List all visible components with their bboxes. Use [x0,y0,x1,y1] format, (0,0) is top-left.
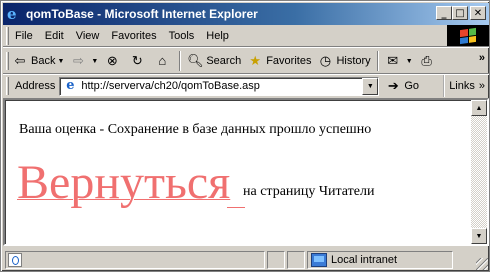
toolbar-separator [179,51,182,71]
status-security [287,251,305,269]
menu-view[interactable]: View [70,27,106,45]
address-url[interactable]: http://serverva/ch20/qomToBase.asp [81,80,260,92]
menu-bar: File Edit View Favorites Tools Help [3,25,489,47]
vertical-scrollbar[interactable]: ▲ ▼ [471,100,487,244]
menu-favorites[interactable]: Favorites [105,27,162,45]
refresh-icon: ↻ [131,53,143,68]
history-clock-icon: ◷ [319,53,332,68]
menu-tools[interactable]: Tools [163,27,201,45]
search-button[interactable]: 🔍︎ Search [184,50,244,72]
status-progress [267,251,285,269]
menu-help[interactable]: Help [200,27,235,45]
stop-icon: ⊗ [106,53,118,68]
status-main [5,251,265,269]
address-dropdown[interactable]: ▼ [362,77,379,95]
history-label: History [336,55,371,67]
minimize-button[interactable]: _ [436,6,452,20]
scroll-up-button[interactable]: ▲ [471,100,487,116]
windows-flag-icon [460,27,476,45]
menu-file[interactable]: File [9,27,39,45]
search-icon: 🔍︎ [187,53,204,68]
back-link[interactable]: Вернуться [17,155,230,211]
scroll-track[interactable] [471,116,487,228]
address-input[interactable]: e http://serverva/ch20/qomToBase.asp ▼ [59,76,380,96]
page-content: Ваша оценка - Сохранение в базе данных п… [3,98,489,246]
resize-grip[interactable] [476,258,488,270]
history-button[interactable]: ◷ History [314,50,373,72]
forward-arrow-icon: ⇨ [72,53,84,68]
window-title: qomToBase - Microsoft Internet Explorer [26,7,258,21]
favorites-star-icon: ★ [249,53,262,68]
favorites-button[interactable]: ★ Favorites [244,50,314,72]
stop-button[interactable]: ⊗ [101,50,126,72]
maximize-button[interactable]: □ [452,6,468,20]
window-controls: _ □ ✕ [436,6,486,20]
links-bar[interactable]: Links » [443,75,489,97]
address-grip[interactable] [6,77,9,95]
search-label: Search [206,55,242,67]
forward-button[interactable]: ⇨ ▼ [67,50,101,72]
page-ie-icon: e [66,78,75,93]
internet-explorer-icon: e [7,5,17,23]
go-label: Go [404,80,420,92]
page-loaded-icon [8,253,22,267]
back-label: Back [31,55,56,67]
links-more[interactable]: » [479,80,485,92]
back-arrow-icon: ⇦ [14,53,26,68]
home-button[interactable]: ⌂ [151,50,176,72]
home-icon: ⌂ [158,53,167,68]
status-bar: Local intranet [3,249,489,271]
chevron-down-icon[interactable]: ▼ [91,58,98,65]
mail-icon: ✉ [387,53,399,68]
mail-button[interactable]: ✉ ▼ [382,50,416,72]
standard-toolbar: ⇦ Back ▼ ⇨ ▼ ⊗ ↻ ⌂ 🔍︎ Search ★ Favorites… [3,48,489,74]
refresh-button[interactable]: ↻ [126,50,151,72]
menu-edit[interactable]: Edit [39,27,70,45]
link-underline [227,207,245,208]
address-bar: Address e http://serverva/ch20/qomToBase… [3,75,489,97]
zone-label: Local intranet [331,254,398,266]
status-message: Ваша оценка - Сохранение в базе данных п… [19,122,372,137]
back-button[interactable]: ⇦ Back ▼ [9,50,67,72]
browser-window: e qomToBase - Microsoft Internet Explore… [0,0,490,272]
printer-icon: ⎙ [421,53,432,68]
links-label: Links [449,80,475,92]
chevron-down-icon[interactable]: ▼ [406,58,413,65]
chevron-down-icon[interactable]: ▼ [57,58,64,65]
status-zone[interactable]: Local intranet [307,251,453,269]
toolbar-separator [376,51,379,71]
toolbar-more[interactable]: » [479,52,485,64]
go-arrow-icon: ➔ [387,78,399,93]
local-intranet-icon [311,253,327,267]
title-bar[interactable]: e qomToBase - Microsoft Internet Explore… [3,3,489,25]
windows-logo [447,25,489,47]
back-link-suffix: на страницу Читатели [243,184,375,199]
print-button[interactable]: ⎙ [416,50,441,72]
scroll-down-button[interactable]: ▼ [471,228,487,244]
go-button[interactable]: ➔ Go [385,78,419,94]
close-button[interactable]: ✕ [470,6,486,20]
address-label: Address [15,80,56,92]
favorites-label: Favorites [266,55,312,67]
